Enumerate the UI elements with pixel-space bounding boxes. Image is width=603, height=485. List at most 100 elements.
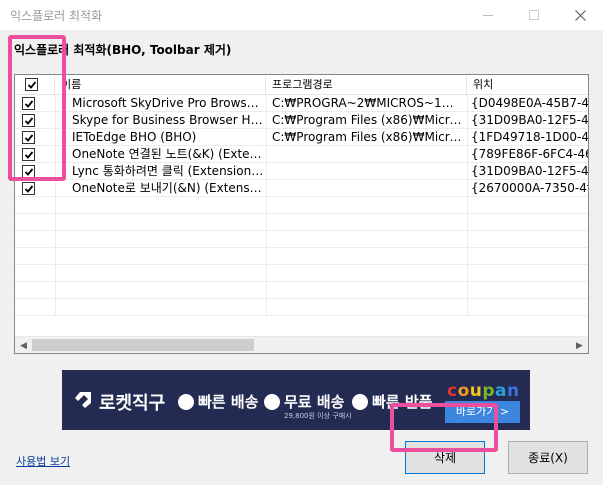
grid-line	[266, 265, 267, 282]
column-header-name[interactable]: 이름	[55, 75, 266, 95]
empty-row	[15, 214, 588, 231]
column-header-location[interactable]: 위치	[467, 75, 588, 95]
scroll-left-icon[interactable]: ◀	[15, 337, 32, 353]
table-row[interactable]: IEToEdge BHO (BHO) C:₩Program Files (x86)…	[15, 129, 588, 146]
maximize-icon	[529, 10, 539, 20]
fast-delivery-icon	[178, 393, 194, 410]
row-checkbox[interactable]	[22, 97, 35, 110]
minimize-icon	[483, 14, 493, 16]
cell-path	[272, 146, 465, 163]
checkmark-icon	[24, 99, 33, 108]
grid-line	[55, 282, 56, 299]
grid-line	[266, 112, 267, 129]
empty-row	[15, 197, 588, 214]
grid-line	[55, 129, 56, 146]
grid-line	[467, 146, 468, 163]
table-row[interactable]: OneNote 연결된 노트(&K) (Extension) {789FE86F-…	[15, 146, 588, 163]
row-checkbox[interactable]	[22, 131, 35, 144]
row-checkbox[interactable]	[22, 182, 35, 195]
cell-path	[272, 163, 465, 180]
cell-name: IEToEdge BHO (BHO)	[72, 130, 197, 144]
grid-line	[467, 163, 468, 180]
cell-name: OneNote로 보내기(&N) (Extension)	[72, 181, 264, 195]
empty-row	[15, 265, 588, 282]
return-icon	[352, 393, 368, 410]
cell-path: C:₩Program Files (x86)₩Microsoft Office	[272, 113, 465, 127]
banner-fineprint: 29,800원 이상 구매시	[284, 412, 352, 420]
grid-line	[55, 112, 56, 129]
section-heading: 익스플로러 최적화(BHO, Toolbar 제거)	[14, 43, 232, 57]
rocket-direct-label: 로켓직구	[99, 393, 166, 414]
grid-line	[55, 248, 56, 265]
maximize-button[interactable]	[511, 0, 557, 30]
cell-path: C:₩Program Files (x86)₩Microsoft	[272, 130, 465, 144]
empty-row	[15, 282, 588, 299]
grid-line	[55, 214, 56, 231]
checkmark-icon	[24, 133, 33, 142]
table-row[interactable]: OneNote로 보내기(&N) (Extension) {2670000A-73…	[15, 180, 588, 197]
minimize-button[interactable]	[465, 0, 511, 30]
grid-line	[55, 197, 56, 214]
grid-line	[266, 299, 267, 316]
horizontal-scrollbar[interactable]: ◀ ▶	[15, 336, 588, 353]
exit-button[interactable]: 종료(X)	[508, 441, 588, 474]
grid-line	[55, 265, 56, 282]
grid-line	[467, 129, 468, 146]
rocket-icon	[75, 392, 91, 408]
scroll-right-icon[interactable]: ▶	[571, 337, 588, 353]
grid-line	[467, 265, 468, 282]
checkmark-icon	[24, 167, 33, 176]
cell-path	[272, 180, 465, 197]
grid-line	[467, 299, 468, 316]
row-checkbox[interactable]	[22, 114, 35, 127]
cell-name: Lync 통화하려면 클릭 (Extension_Lync)	[72, 164, 264, 178]
column-header-path[interactable]: 프로그램경로	[266, 75, 467, 95]
cell-name: OneNote 연결된 노트(&K) (Extension)	[72, 147, 264, 161]
banner-feature: 빠른 반품	[352, 391, 432, 412]
grid-line	[467, 248, 468, 265]
coupang-banner[interactable]: 로켓직구 빠른 배송 무료 배송 빠른 반품 29,800원 이상 구매시 co…	[62, 370, 530, 430]
banner-feature: 무료 배송	[264, 391, 344, 412]
empty-row	[15, 231, 588, 248]
list-header: 이름 프로그램경로 위치	[15, 75, 588, 95]
close-window-button[interactable]	[557, 0, 603, 30]
table-row[interactable]: Skype for Business Browser Helper C:₩Prog…	[15, 112, 588, 129]
cell-location: {31D09BA0-12F5-4CCE	[471, 113, 589, 127]
row-checkbox[interactable]	[22, 148, 35, 161]
table-row[interactable]: Microsoft SkyDrive Pro Browser Helper C:₩…	[15, 95, 588, 112]
grid-line	[55, 163, 56, 180]
logo-letter: p	[482, 381, 496, 401]
window-title: 익스플로러 최적화	[10, 9, 103, 23]
cell-location: {31D09BA0-12F5-4CCE	[471, 164, 589, 178]
table-row[interactable]: Lync 통화하려면 클릭 (Extension_Lync) {31D09BA0-…	[15, 163, 588, 180]
grid-line	[55, 95, 56, 112]
empty-row	[15, 248, 588, 265]
empty-row	[15, 299, 588, 316]
title-bar: 익스플로러 최적화	[0, 0, 603, 30]
checkmark-icon	[24, 116, 33, 125]
go-to-coupang-button[interactable]: 바로가기 >	[445, 401, 520, 423]
grid-line	[467, 214, 468, 231]
close-icon	[574, 9, 586, 21]
cell-location: {2670000A-7350-4f3C	[471, 181, 588, 195]
checkmark-icon	[24, 150, 33, 159]
select-all-checkbox[interactable]	[25, 78, 38, 91]
window-client: 익스플로러 최적화(BHO, Toolbar 제거) 이름 프로그램경로 위치 …	[0, 30, 603, 485]
grid-line	[467, 112, 468, 129]
column-header-check[interactable]	[15, 75, 55, 95]
grid-line	[55, 146, 56, 163]
grid-line	[467, 231, 468, 248]
cell-path: C:₩PROGRA~2₩MICROS~1₩Office15	[272, 96, 465, 110]
cell-name: Skype for Business Browser Helper	[72, 113, 264, 127]
grid-line	[266, 146, 267, 163]
truck-icon	[264, 393, 280, 410]
help-link[interactable]: 사용법 보기	[16, 453, 70, 469]
grid-line	[467, 197, 468, 214]
grid-line	[266, 163, 267, 180]
logo-letter: o	[457, 381, 470, 401]
bho-list[interactable]: 이름 프로그램경로 위치 Microsoft SkyDrive Pro Brow…	[14, 74, 589, 354]
logo-letter: a	[495, 381, 508, 401]
row-checkbox[interactable]	[22, 165, 35, 178]
delete-button[interactable]: 삭제	[405, 441, 485, 474]
scroll-thumb[interactable]	[32, 339, 254, 351]
